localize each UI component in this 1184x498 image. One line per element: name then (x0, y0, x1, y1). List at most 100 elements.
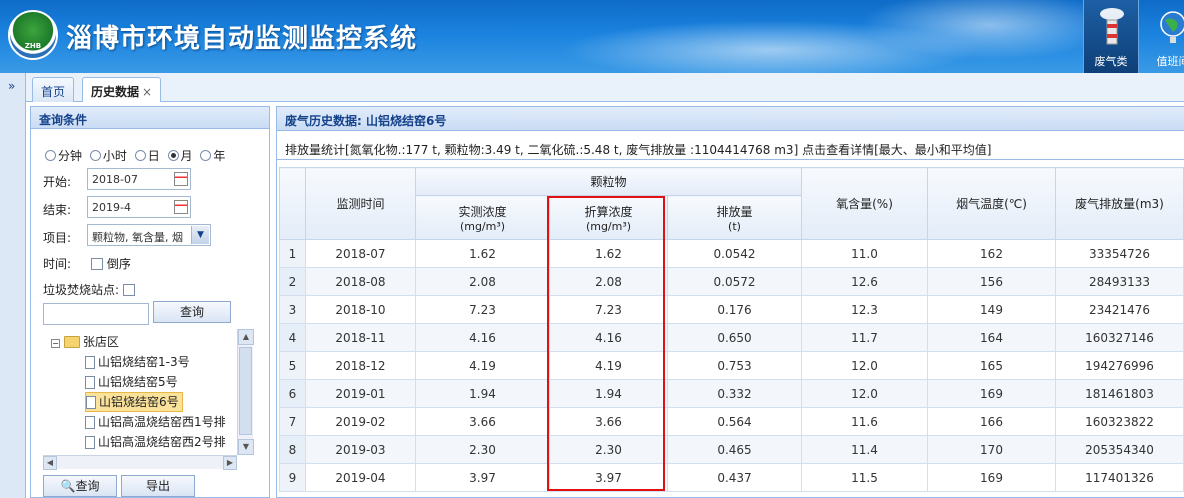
tree-node-station[interactable]: 山铝烧结窑1-3号 (85, 353, 190, 373)
radio-label: 日 (147, 149, 160, 163)
cell-emission: 0.753 (667, 351, 802, 380)
tab-home[interactable]: 首页 (32, 77, 75, 102)
tree-node-station[interactable]: 山铝高温烧结窑西2号排 (85, 433, 226, 453)
calendar-icon[interactable] (174, 200, 188, 214)
cell-converted: 3.97 (549, 463, 668, 492)
end-date-field[interactable]: 2019-4 (87, 196, 191, 218)
items-select-value: 颗粒物, 氧含量, 烟 (92, 231, 183, 244)
scroll-up-icon[interactable]: ▲ (238, 329, 254, 345)
column-header-temperature[interactable]: 烟气温度(℃) (927, 167, 1056, 240)
station-checkbox[interactable] (122, 284, 135, 296)
row-number-cell: 2 (279, 267, 306, 296)
column-header-time[interactable]: 监测时间 (305, 167, 416, 240)
table-row[interactable]: 9 2019-04 3.97 3.97 0.437 11.5 169 117401326 (279, 463, 1184, 492)
tree-node-zhangdian[interactable]: − 张店区 (51, 333, 119, 353)
nav-button-exhaust-gas[interactable]: 废气类 (1083, 0, 1139, 73)
cell-time: 2018-12 (305, 351, 416, 380)
radio-button[interactable] (89, 150, 101, 161)
radio-button[interactable] (200, 150, 212, 161)
export-button[interactable]: 导出 (121, 475, 195, 497)
collapse-bar[interactable]: » (0, 73, 26, 498)
cell-converted: 4.16 (549, 323, 668, 352)
collapse-node-icon[interactable]: − (51, 339, 60, 348)
row-number-header (279, 167, 306, 240)
table-row[interactable]: 6 2019-01 1.94 1.94 0.332 12.0 169 181461803 (279, 379, 1184, 408)
tab-history-data[interactable]: 历史数据 × (82, 77, 162, 102)
dropdown-arrow-icon[interactable]: ▼ (191, 226, 209, 244)
expand-icon[interactable]: » (8, 79, 15, 93)
calendar-icon[interactable] (174, 172, 188, 186)
radio-label: 小时 (102, 149, 127, 163)
reverse-order-checkbox[interactable]: 倒序 (91, 255, 131, 272)
header-label: 实测浓度 (458, 204, 507, 219)
tree-vertical-scrollbar[interactable]: ▲ ▼ (237, 329, 254, 455)
tab-label: 首页 (41, 85, 66, 99)
table-row[interactable]: 1 2018-07 1.62 1.62 0.0542 11.0 162 33354726 (279, 239, 1184, 268)
emission-stats-link[interactable]: 排放量统计[氮氧化物.:177 t, 颗粒物:3.49 t, 二氧化硫.:5.4… (277, 136, 1184, 160)
radio-button[interactable] (45, 150, 56, 161)
radio-hour[interactable]: 小时 (89, 149, 127, 163)
cell-gas: 205354340 (1055, 435, 1184, 464)
query-panel-title: 查询条件 (31, 107, 269, 129)
cell-measured: 3.97 (415, 463, 550, 492)
scroll-left-icon[interactable]: ◀ (43, 456, 57, 470)
column-header-emission[interactable]: 排放量 (t) (667, 195, 802, 240)
station-search-button[interactable]: 查询 (153, 301, 231, 323)
end-label: 结束: (43, 203, 72, 217)
app-header: ZHB 淄博市环境自动监测监控系统 废气类 值班间 (0, 0, 1184, 73)
tree-node-station[interactable]: 山铝烧结窑5号 (85, 373, 178, 393)
table-row[interactable]: 4 2018-11 4.16 4.16 0.650 11.7 164 160327146 (279, 323, 1184, 352)
row-number-cell: 7 (279, 407, 306, 436)
tab-strip (0, 73, 1184, 102)
items-select[interactable]: 颗粒物, 氧含量, 烟 ▼ (87, 224, 211, 246)
radio-button[interactable] (134, 150, 146, 161)
radio-month[interactable]: 月 (167, 149, 193, 163)
column-header-oxygen[interactable]: 氧含量(%) (801, 167, 928, 240)
history-data-panel: 废气历史数据: 山铝烧结窑6号 排放量统计[氮氧化物.:177 t, 颗粒物:3… (276, 106, 1184, 498)
tree-node-station-selected[interactable]: 山铝烧结窑6号 (85, 392, 183, 412)
table-row[interactable]: 5 2018-12 4.19 4.19 0.753 12.0 165 194276996 (279, 351, 1184, 380)
station-search-input[interactable] (43, 303, 149, 325)
cell-temp: 165 (927, 351, 1056, 380)
row-number-cell: 6 (279, 379, 306, 408)
cell-gas: 194276996 (1055, 351, 1184, 380)
cell-oxygen: 11.5 (801, 463, 928, 492)
folder-icon (64, 336, 80, 348)
tree-node-label: 山铝高温烧结窑西2号排 (98, 435, 226, 449)
cell-emission: 0.564 (667, 407, 802, 436)
query-button[interactable]: 🔍查询 (43, 475, 117, 497)
table-row[interactable]: 8 2019-03 2.30 2.30 0.465 11.4 170 205354340 (279, 435, 1184, 464)
start-date-field[interactable]: 2018-07 (87, 168, 191, 190)
scroll-right-icon[interactable]: ▶ (223, 456, 237, 470)
nav-button-label: 值班间 (1156, 55, 1184, 68)
table-row[interactable]: 3 2018-10 7.23 7.23 0.176 12.3 149 23421476 (279, 295, 1184, 324)
tree-horizontal-scrollbar[interactable]: ◀ ▶ (43, 455, 237, 470)
column-header-measured[interactable]: 实测浓度 (mg/m³) (415, 195, 550, 240)
scroll-thumb[interactable] (239, 347, 252, 435)
table-row[interactable]: 2 2018-08 2.08 2.08 0.0572 12.6 156 28493133 (279, 267, 1184, 296)
table-row[interactable]: 7 2019-02 3.66 3.66 0.564 11.6 166 160323822 (279, 407, 1184, 436)
radio-button-selected[interactable] (167, 150, 179, 161)
cell-temp: 169 (927, 463, 1056, 492)
cell-gas: 117401326 (1055, 463, 1184, 492)
cell-oxygen: 12.3 (801, 295, 928, 324)
column-header-converted[interactable]: 折算浓度 (mg/m³) (549, 195, 668, 240)
time-label: 时间: (43, 257, 72, 271)
cell-measured: 1.62 (415, 239, 550, 268)
tree-node-label: 山铝高温烧结窑西1号排 (98, 415, 226, 429)
radio-year[interactable]: 年 (200, 149, 225, 163)
close-icon[interactable]: × (142, 85, 152, 99)
start-label: 开始: (43, 175, 72, 189)
nav-button-duty-room[interactable]: 值班间 (1145, 0, 1184, 73)
column-header-gas-volume[interactable]: 废气排放量(m3) (1055, 167, 1184, 240)
cell-time: 2018-07 (305, 239, 416, 268)
tree-node-station[interactable]: 山铝高温烧结窑西1号排 (85, 413, 226, 433)
scroll-down-icon[interactable]: ▼ (238, 439, 254, 455)
row-number-cell: 4 (279, 323, 306, 352)
radio-day[interactable]: 日 (134, 149, 160, 163)
checkbox[interactable] (91, 258, 103, 270)
radio-minute[interactable]: 分钟 (45, 149, 82, 163)
cell-gas: 181461803 (1055, 379, 1184, 408)
cell-time: 2019-03 (305, 435, 416, 464)
cell-gas: 28493133 (1055, 267, 1184, 296)
